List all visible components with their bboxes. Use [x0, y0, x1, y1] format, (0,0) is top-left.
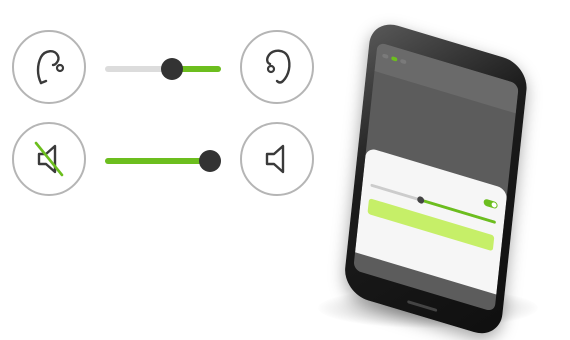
mute-button[interactable]	[12, 122, 86, 196]
settings-sheet	[355, 147, 508, 295]
phone-screen	[353, 41, 519, 313]
hearing-aid-ite-button[interactable]	[240, 30, 314, 104]
app-tab[interactable]	[382, 53, 389, 60]
app-tabs	[382, 53, 512, 96]
slider-fill	[105, 158, 210, 164]
app-header	[374, 41, 519, 114]
home-indicator	[407, 300, 438, 312]
hearing-aid-bte-button[interactable]	[12, 30, 86, 104]
slider-knob[interactable]	[199, 150, 221, 172]
smartphone	[342, 18, 530, 340]
app-tab[interactable]	[400, 58, 407, 65]
status-text	[383, 47, 512, 86]
sheet-slider-knob[interactable]	[417, 195, 425, 205]
hearing-aid-slider[interactable]	[105, 53, 221, 85]
app-tab-active[interactable]	[391, 56, 398, 62]
in-the-ear-hearing-aid-icon	[266, 49, 291, 84]
speaker-icon	[265, 144, 285, 174]
volume-slider[interactable]	[105, 145, 221, 177]
sheet-toggle[interactable]	[483, 198, 498, 210]
sheet-confirm-button[interactable]	[367, 198, 495, 252]
speaker-muted-icon	[34, 141, 64, 177]
behind-the-ear-hearing-aid-icon	[36, 50, 65, 85]
slider-knob[interactable]	[161, 58, 183, 80]
volume-button[interactable]	[240, 122, 314, 196]
